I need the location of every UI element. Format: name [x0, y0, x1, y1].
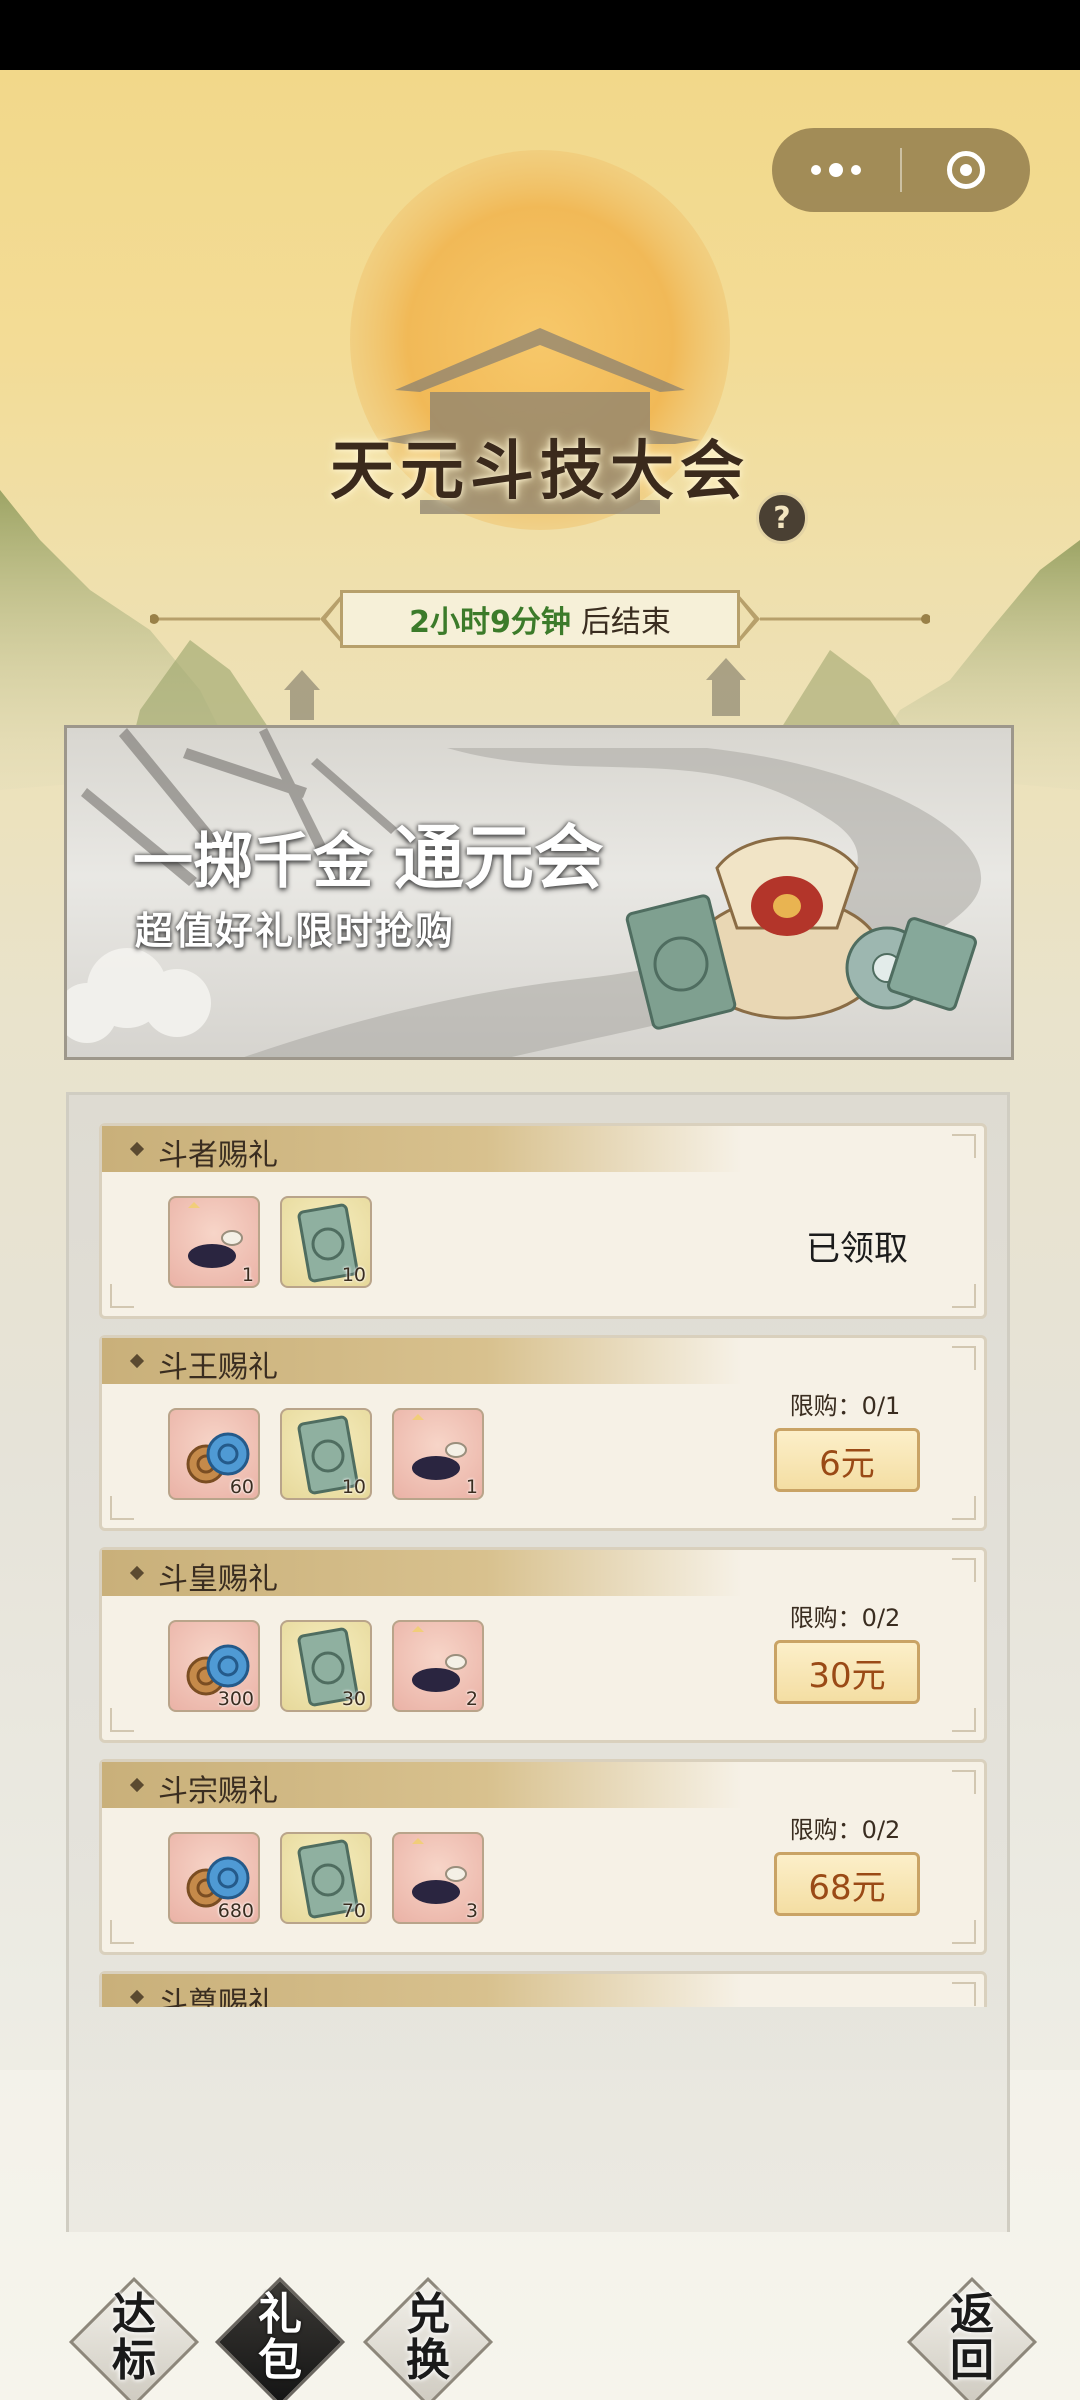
gift-name: 斗皇赐礼 [158, 1562, 278, 1597]
item-count: 300 [217, 1688, 254, 1710]
corner-ornament [952, 1134, 976, 1158]
item-count: 30 [341, 1688, 366, 1710]
corner-ornament [952, 1708, 976, 1732]
reward-item[interactable]: 60 [168, 1408, 260, 1500]
tab-exchange[interactable]: 兑 换 [362, 2276, 494, 2400]
corner-ornament [952, 1982, 976, 2006]
buy-button[interactable]: 6元 [774, 1428, 920, 1492]
gift-name: 斗王赐礼 [158, 1350, 278, 1385]
diamond-bullet-icon [129, 1565, 145, 1581]
countdown-bar: 2小时9分钟 后结束 [150, 590, 930, 650]
gift-card: 斗宗赐礼 680 70 3 限购：0/2 68元 [99, 1759, 987, 1955]
corner-ornament [952, 1920, 976, 1944]
time-suffix: 后结束 [580, 605, 671, 640]
corner-ornament [110, 1496, 134, 1520]
tab-achieve[interactable]: 达 标 [68, 2276, 200, 2400]
mini-program-capsule [772, 128, 1030, 212]
reward-item[interactable]: 3 [392, 1832, 484, 1924]
reward-item[interactable]: 300 [168, 1620, 260, 1712]
reward-items: 300 30 2 [168, 1620, 504, 1716]
status-bar [0, 0, 1080, 70]
item-count: 10 [341, 1264, 366, 1286]
close-mini-program-button[interactable] [902, 128, 1030, 212]
tab-exchange-label: 兑 换 [406, 2289, 450, 2386]
reward-items: 60 10 1 [168, 1408, 504, 1504]
purchase-limit: 限购：0/1 [789, 1392, 901, 1420]
corner-ornament [110, 1284, 134, 1308]
item-count: 2 [465, 1688, 478, 1710]
reward-item[interactable]: 2 [392, 1620, 484, 1712]
claimed-status: 已领取 [806, 1229, 908, 1269]
pagoda-right [706, 658, 746, 716]
time-remaining: 2小时9分钟 [409, 605, 571, 640]
reward-item[interactable]: 30 [280, 1620, 372, 1712]
tab-gift[interactable]: 礼 包 [214, 2276, 346, 2400]
gift-panel: 斗者赐礼 1 10 已领取斗王赐礼 60 10 1 限购：0/1 6元斗皇赐礼 300 30 2 限购：… [66, 1092, 1010, 2232]
corner-ornament [952, 1496, 976, 1520]
banner-title: 一掷千金 通元会 [133, 802, 604, 903]
tab-achieve-label: 达 标 [112, 2289, 156, 2386]
gift-card: 斗者赐礼 1 10 已领取 [99, 1123, 987, 1319]
corner-ornament [952, 1284, 976, 1308]
corner-ornament [952, 1770, 976, 1794]
diamond-bullet-icon [129, 1777, 145, 1793]
event-scene: 天元斗技大会 ? 2小时9分钟 后结束 一掷千金 通元会 超值好礼限时抢购 斗者… [0, 70, 1080, 2400]
back-button-label: 返 回 [950, 2289, 994, 2386]
help-button[interactable]: ? [756, 492, 808, 544]
buy-button[interactable]: 68元 [774, 1852, 920, 1916]
gift-name: 斗尊赐礼 [158, 1986, 278, 2007]
reward-items: 680 70 3 [168, 1832, 504, 1928]
banner-title-part2: 通元会 [393, 816, 604, 899]
item-count: 70 [341, 1900, 366, 1922]
gift-name: 斗宗赐礼 [158, 1774, 278, 1809]
cloud-decoration [67, 948, 211, 1043]
corner-ornament [952, 1346, 976, 1370]
item-count: 10 [341, 1476, 366, 1498]
tab-gift-label: 礼 包 [258, 2289, 302, 2386]
item-count: 680 [217, 1900, 254, 1922]
gift-list[interactable]: 斗者赐礼 1 10 已领取斗王赐礼 60 10 1 限购：0/1 6元斗皇赐礼 300 30 2 限购：… [99, 1123, 987, 2007]
reward-item[interactable]: 10 [280, 1196, 372, 1288]
purchase-limit: 限购：0/2 [789, 1604, 901, 1632]
reward-item[interactable]: 680 [168, 1832, 260, 1924]
diamond-bullet-icon [129, 1989, 145, 2005]
banner-title-part1: 一掷千金 [133, 827, 373, 897]
banner-subtitle: 超值好礼限时抢购 [135, 909, 456, 953]
item-count: 60 [229, 1476, 254, 1498]
reward-item[interactable]: 1 [168, 1196, 260, 1288]
item-count: 3 [465, 1900, 478, 1922]
gift-card: 斗尊赐礼 [99, 1971, 987, 2007]
gift-card: 斗王赐礼 60 10 1 限购：0/1 6元 [99, 1335, 987, 1531]
event-title: 天元斗技大会 [330, 434, 750, 509]
reward-item[interactable]: 10 [280, 1408, 372, 1500]
more-options-button[interactable] [772, 128, 900, 212]
reward-item[interactable]: 70 [280, 1832, 372, 1924]
purchase-limit: 限购：0/2 [789, 1816, 901, 1844]
item-count: 1 [241, 1264, 254, 1286]
buy-button[interactable]: 30元 [774, 1640, 920, 1704]
target-icon [947, 151, 985, 189]
corner-ornament [952, 1558, 976, 1582]
pagoda-left [284, 670, 320, 720]
reward-items: 1 10 [168, 1196, 392, 1292]
gift-card: 斗皇赐礼 300 30 2 限购：0/2 30元 [99, 1547, 987, 1743]
gift-name: 斗者赐礼 [158, 1138, 278, 1173]
reward-item[interactable]: 1 [392, 1408, 484, 1500]
countdown-timer: 2小时9分钟 后结束 [340, 590, 740, 648]
corner-ornament [110, 1920, 134, 1944]
corner-ornament [110, 1708, 134, 1732]
back-button[interactable]: 返 回 [906, 2276, 1038, 2400]
promo-banner[interactable]: 一掷千金 通元会 超值好礼限时抢购 [64, 725, 1014, 1060]
item-count: 1 [465, 1476, 478, 1498]
diamond-bullet-icon [129, 1141, 145, 1157]
diamond-bullet-icon [129, 1353, 145, 1369]
